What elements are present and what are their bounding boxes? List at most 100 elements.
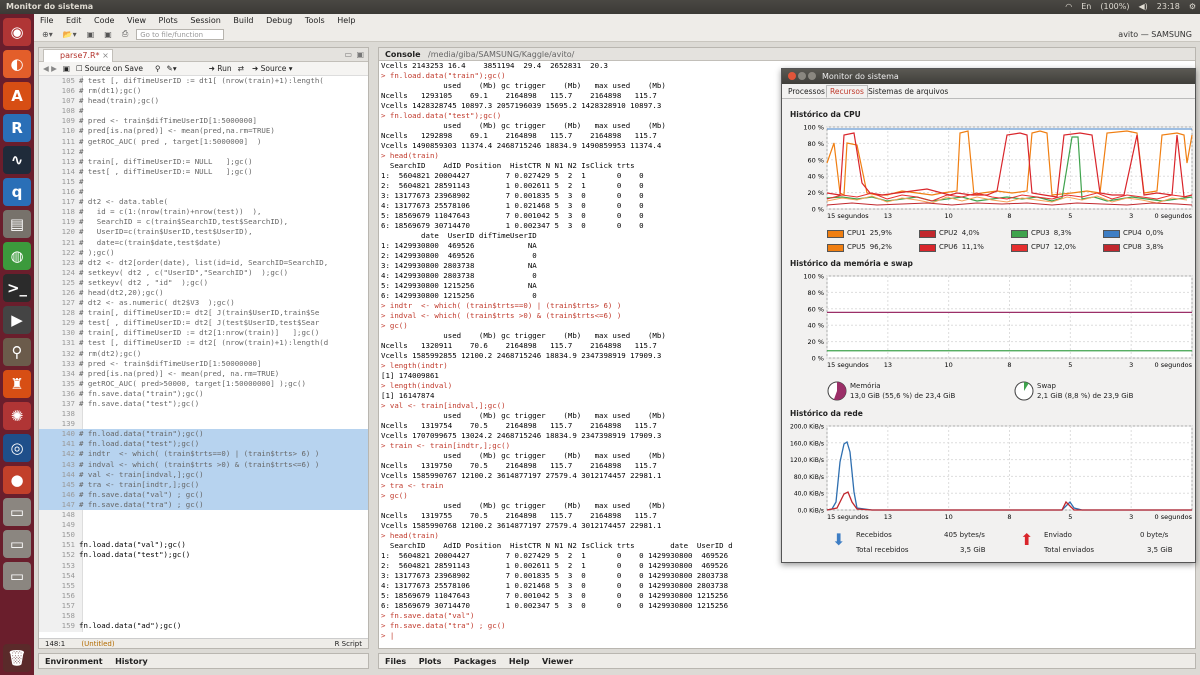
- code-line[interactable]: 109 # pred <- train$difTimeUserID[1:50000…: [39, 116, 368, 126]
- menu-tools[interactable]: Tools: [305, 16, 325, 25]
- maximize-window-icon[interactable]: [808, 72, 816, 80]
- search-icon[interactable]: ⚲: [155, 64, 161, 73]
- source-on-save-checkbox[interactable]: ☐: [76, 64, 83, 73]
- file-type[interactable]: R Script: [335, 639, 362, 649]
- tab-sistemas[interactable]: Sistemas de arquivos: [868, 87, 948, 96]
- menu-plots[interactable]: Plots: [159, 16, 178, 25]
- code-line[interactable]: 140 # fn.load.data("train");gc(): [39, 429, 368, 440]
- power-icon[interactable]: ⚙: [1189, 0, 1196, 14]
- menu-code[interactable]: Code: [94, 16, 114, 25]
- qbittorrent-icon[interactable]: q: [3, 178, 31, 206]
- menu-session[interactable]: Session: [190, 16, 221, 25]
- code-line[interactable]: 133 # pred <- train$difTimeUserID[1:50000…: [39, 359, 368, 369]
- code-line[interactable]: 132 # rm(dt2);gc(): [39, 349, 368, 359]
- code-line[interactable]: 125 # setkeyv( dt2 , "id" );gc(): [39, 278, 368, 288]
- color-swatch[interactable]: [1103, 229, 1120, 238]
- cpu-legend-item[interactable]: CPU8 3,8%: [1103, 243, 1163, 252]
- cpu-legend-item[interactable]: CPU5 96,2%: [827, 243, 892, 252]
- firefox-icon[interactable]: ◐: [3, 50, 31, 78]
- code-line[interactable]: 138: [39, 409, 368, 419]
- minimize-window-icon[interactable]: [798, 72, 806, 80]
- tab-viewer[interactable]: Viewer: [542, 657, 573, 666]
- cpu-legend-item[interactable]: CPU2 4,0%: [919, 229, 979, 238]
- code-line[interactable]: 116 #: [39, 187, 368, 197]
- code-line[interactable]: 157: [39, 601, 368, 611]
- code-area[interactable]: 105 # test [, difTimeUserID := dt1[ (nrow…: [39, 76, 368, 632]
- monitor-app-icon[interactable]: ◎: [3, 434, 31, 462]
- code-line[interactable]: 156: [39, 591, 368, 601]
- tab-history[interactable]: History: [115, 657, 148, 666]
- close-icon[interactable]: ×: [102, 51, 109, 60]
- code-line[interactable]: 154: [39, 571, 368, 581]
- system-monitor-icon[interactable]: ∿: [3, 146, 31, 174]
- menu-help[interactable]: Help: [337, 16, 355, 25]
- scope-indicator[interactable]: (Untitled): [81, 640, 114, 648]
- tab-environment[interactable]: Environment: [45, 657, 103, 666]
- color-swatch[interactable]: [919, 243, 936, 252]
- code-line[interactable]: 119 # SearchID = c(train$SearchID,test$Se…: [39, 217, 368, 227]
- code-line[interactable]: 122 # );gc(): [39, 248, 368, 258]
- code-line[interactable]: 146 # fn.save.data("val") ; gc(): [39, 489, 368, 500]
- code-line[interactable]: 153: [39, 561, 368, 571]
- code-line[interactable]: 141 # fn.load.data("test");gc(): [39, 439, 368, 450]
- save-icon[interactable]: ▣: [85, 30, 97, 39]
- tab-processos[interactable]: Processos: [788, 87, 825, 96]
- code-line[interactable]: 155: [39, 581, 368, 591]
- menu-debug[interactable]: Debug: [266, 16, 292, 25]
- code-line[interactable]: 106 # rm(dt1);gc(): [39, 86, 368, 96]
- tab-files[interactable]: Files: [385, 657, 406, 666]
- print-icon[interactable]: ⎙: [120, 29, 130, 39]
- cpu-legend-item[interactable]: CPU6 11,1%: [919, 243, 984, 252]
- code-line[interactable]: 105 # test [, difTimeUserID := dt1[ (nrow…: [39, 76, 368, 86]
- menu-edit[interactable]: Edit: [66, 16, 82, 25]
- tab-parse7[interactable]: parse7.R* ×: [43, 49, 113, 62]
- code-line[interactable]: 118 # id = c(1:(nrow(train)+nrow(test)) )…: [39, 207, 368, 217]
- code-line[interactable]: 126 # head(dt2,20);gc(): [39, 288, 368, 298]
- code-line[interactable]: 148: [39, 510, 368, 520]
- language-indicator[interactable]: En: [1081, 0, 1091, 14]
- code-line[interactable]: 135 # getROC_AUC( pred>50000, target[1:50…: [39, 379, 368, 389]
- color-swatch[interactable]: [1011, 243, 1028, 252]
- network-icon[interactable]: ◠: [1065, 0, 1072, 14]
- cpu-legend-item[interactable]: CPU3 8,3%: [1011, 229, 1071, 238]
- rstudio-icon[interactable]: R: [3, 114, 31, 142]
- code-line[interactable]: 150: [39, 530, 368, 540]
- code-line[interactable]: 145 # tra <- train[indtr,];gc(): [39, 479, 368, 490]
- wand-icon[interactable]: ✎▾: [167, 64, 177, 73]
- network-tool-icon[interactable]: ✺: [3, 402, 31, 430]
- code-line[interactable]: 110 # pred[is.na(pred)] <- mean(pred,na.r…: [39, 126, 368, 136]
- code-line[interactable]: 139: [39, 419, 368, 429]
- back-icon[interactable]: ◀ ▶: [43, 64, 57, 73]
- code-line[interactable]: 112 #: [39, 147, 368, 157]
- ubuntu-dash-icon[interactable]: ◉: [3, 18, 31, 46]
- code-line[interactable]: 137 # fn.save.data("test");gc(): [39, 399, 368, 409]
- cpu-legend-item[interactable]: CPU4 0,0%: [1103, 229, 1163, 238]
- color-swatch[interactable]: [1103, 243, 1120, 252]
- open-file-icon[interactable]: 📂▾: [61, 30, 79, 39]
- color-swatch[interactable]: [827, 229, 844, 238]
- menu-view[interactable]: View: [127, 16, 146, 25]
- drive-icon[interactable]: ▭: [3, 498, 31, 526]
- code-line[interactable]: 108 #: [39, 106, 368, 116]
- code-line[interactable]: 117 # dt2 <- data.table(: [39, 197, 368, 207]
- code-line[interactable]: 144 # val <- train[indval,];gc(): [39, 469, 368, 480]
- rerun-icon[interactable]: ⇄: [238, 64, 244, 73]
- tab-help[interactable]: Help: [509, 657, 530, 666]
- close-window-icon[interactable]: [788, 72, 796, 80]
- code-line[interactable]: 142 # indtr <- which( (train$trts==0) | (…: [39, 449, 368, 460]
- color-swatch[interactable]: [1011, 229, 1028, 238]
- code-line[interactable]: 152 fn.load.data("test");gc(): [39, 550, 368, 560]
- code-line[interactable]: 121 # date=c(train$date,test$date): [39, 238, 368, 248]
- goto-file-input[interactable]: Go to file/function: [136, 28, 225, 40]
- drive-icon-2[interactable]: ▭: [3, 530, 31, 558]
- maximize-pane-icon[interactable]: ▣: [356, 50, 364, 59]
- code-line[interactable]: 113 # train[, difTimeUserID:= NULL ];gc(): [39, 157, 368, 167]
- project-menu[interactable]: avito — SAMSUNG: [1118, 30, 1192, 39]
- run-button[interactable]: ➜ Run: [209, 64, 232, 73]
- tab-recursos[interactable]: Recursos: [826, 85, 868, 98]
- terminal-icon[interactable]: >_: [3, 274, 31, 302]
- battery-indicator[interactable]: (100%): [1100, 0, 1129, 14]
- volume-icon[interactable]: ◀): [1138, 0, 1147, 14]
- new-file-icon[interactable]: ⊕▾: [40, 30, 55, 39]
- code-line[interactable]: 107 # head(train);gc(): [39, 96, 368, 106]
